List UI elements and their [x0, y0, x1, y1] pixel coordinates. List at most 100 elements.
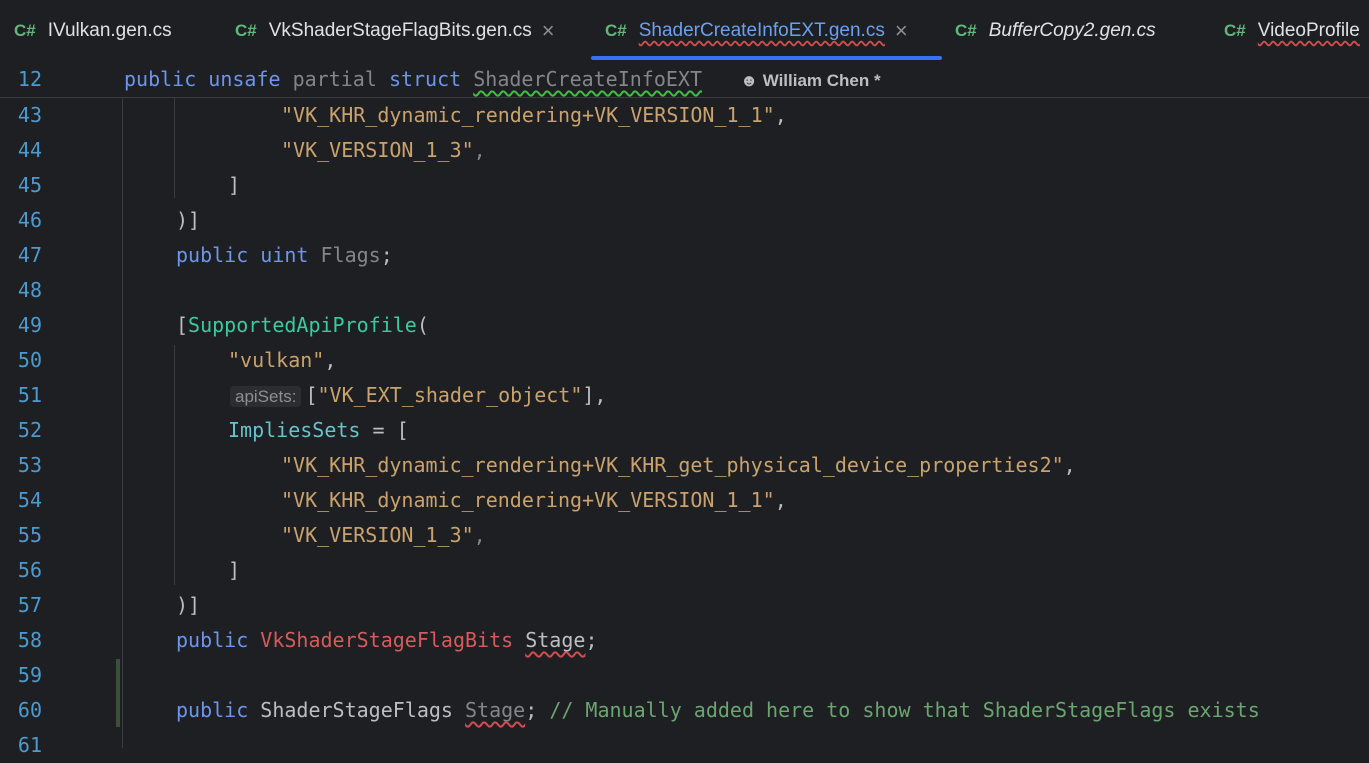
- punctuation: ,: [473, 523, 486, 547]
- parameter-hint: apiSets:: [230, 386, 302, 407]
- tab-label: ShaderCreateInfoEXT.gen.cs: [638, 20, 885, 41]
- punctuation: )]: [176, 593, 201, 617]
- punctuation: ,: [324, 348, 337, 372]
- code-line: 52 ImpliesSets = [: [0, 413, 1369, 448]
- tab-label: IVulkan.gen.cs: [47, 20, 172, 41]
- line-number: 59: [17, 663, 42, 687]
- active-tab-indicator: [591, 56, 942, 60]
- string-literal: "VK_KHR_dynamic_rendering+VK_VERSION_1_1…: [281, 488, 775, 512]
- user-icon: ☻: [740, 71, 758, 90]
- tab-shadercreateinfoext[interactable]: C# ShaderCreateInfoEXT.gen.cs ×: [605, 0, 908, 62]
- csharp-file-icon: C#: [955, 21, 977, 40]
- keyword: uint: [260, 243, 309, 267]
- field-name[interactable]: Flags: [321, 243, 381, 267]
- line-number: 60: [17, 698, 42, 722]
- code-line: 56 ]: [0, 553, 1369, 588]
- punctuation: ;: [380, 243, 393, 267]
- string-literal: "VK_EXT_shader_object": [317, 383, 583, 407]
- punctuation: ;: [525, 698, 538, 722]
- code-line: 59: [0, 658, 1369, 693]
- string-literal: "VK_KHR_dynamic_rendering+VK_VERSION_1_1…: [281, 103, 775, 127]
- code-line: 46 )]: [0, 203, 1369, 238]
- string-literal: "VK_KHR_dynamic_rendering+VK_KHR_get_phy…: [281, 453, 1064, 477]
- punctuation: ,: [774, 488, 787, 512]
- line-number: 46: [17, 208, 42, 232]
- line-number: 44: [17, 138, 42, 162]
- line-number: 57: [17, 593, 42, 617]
- sticky-scope-header[interactable]: 12 public unsafe partial struct ShaderCr…: [0, 62, 1369, 98]
- tab-label: BufferCopy2.gen.cs: [988, 20, 1156, 41]
- csharp-file-icon: C#: [235, 21, 257, 40]
- close-icon[interactable]: ×: [895, 18, 908, 44]
- punctuation: ]: [228, 558, 241, 582]
- code-line: 60 public ShaderStageFlags Stage; // Man…: [0, 693, 1369, 728]
- punctuation: [: [305, 383, 318, 407]
- string-literal: "VK_VERSION_1_3": [281, 523, 474, 547]
- property-name[interactable]: ImpliesSets: [228, 418, 360, 442]
- code-line: 57 )]: [0, 588, 1369, 623]
- line-number: 58: [17, 628, 42, 652]
- line-number: 50: [17, 348, 42, 372]
- tab-vkshaderstageflagbits[interactable]: C# VkShaderStageFlagBits.gen.cs ×: [235, 0, 555, 62]
- keyword: public: [176, 243, 249, 267]
- tab-label: VkShaderStageFlagBits.gen.cs: [268, 20, 532, 41]
- keyword: public: [176, 698, 249, 722]
- line-number: 53: [17, 453, 42, 477]
- type-name[interactable]: ShaderStageFlags: [260, 698, 453, 722]
- code-line: 49 [SupportedApiProfile(: [0, 308, 1369, 343]
- field-name[interactable]: Stage: [465, 698, 525, 722]
- keyword: unsafe: [208, 67, 281, 91]
- string-literal: "vulkan": [228, 348, 325, 372]
- punctuation: (: [416, 313, 429, 337]
- field-name[interactable]: Stage: [525, 628, 585, 652]
- code-line: 55 "VK_VERSION_1_3",: [0, 518, 1369, 553]
- author-inlay[interactable]: ☻ William Chen *: [740, 71, 881, 90]
- close-icon[interactable]: ×: [542, 18, 555, 44]
- line-number: 51: [17, 383, 42, 407]
- punctuation: ,: [774, 103, 787, 127]
- sticky-code: public unsafe partial struct ShaderCreat…: [124, 62, 881, 98]
- code-line: 48: [0, 273, 1369, 308]
- tab-ivulkan[interactable]: C# IVulkan.gen.cs: [14, 0, 172, 62]
- line-number: 45: [17, 173, 42, 197]
- tab-videoprofile[interactable]: C# VideoProfile: [1224, 0, 1360, 62]
- punctuation: ]: [228, 173, 241, 197]
- punctuation: ,: [1063, 453, 1076, 477]
- code-line: 51 apiSets: ["VK_EXT_shader_object"],: [0, 378, 1369, 413]
- struct-name[interactable]: ShaderCreateInfoEXT: [473, 67, 702, 91]
- keyword: public: [124, 67, 197, 91]
- line-number: 43: [17, 103, 42, 127]
- code-line: 53 "VK_KHR_dynamic_rendering+VK_KHR_get_…: [0, 448, 1369, 483]
- csharp-file-icon: C#: [605, 21, 627, 40]
- code-line: 43 "VK_KHR_dynamic_rendering+VK_VERSION_…: [0, 98, 1369, 133]
- punctuation: [: [176, 313, 189, 337]
- keyword: public: [176, 628, 249, 652]
- code-comment: // Manually added here to show that Shad…: [549, 698, 1260, 722]
- line-number: 61: [17, 733, 42, 757]
- code-line: 47 public uint Flags;: [0, 238, 1369, 273]
- line-number: 48: [17, 278, 42, 302]
- string-literal: "VK_VERSION_1_3": [281, 138, 474, 162]
- line-number: 52: [17, 418, 42, 442]
- csharp-file-icon: C#: [14, 21, 36, 40]
- keyword: partial: [292, 67, 377, 91]
- punctuation: ;: [585, 628, 598, 652]
- code-line: 54 "VK_KHR_dynamic_rendering+VK_VERSION_…: [0, 483, 1369, 518]
- punctuation: = [: [360, 418, 409, 442]
- code-line: 45 ]: [0, 168, 1369, 203]
- code-line: 61: [0, 728, 1369, 763]
- tab-label: VideoProfile: [1257, 20, 1360, 41]
- code-line: 58 public VkShaderStageFlagBits Stage;: [0, 623, 1369, 658]
- punctuation: ],: [582, 383, 607, 407]
- punctuation: )]: [176, 208, 201, 232]
- tab-buffercopy2[interactable]: C# BufferCopy2.gen.cs: [955, 0, 1156, 62]
- punctuation: ,: [473, 138, 486, 162]
- editor-tab-bar: C# IVulkan.gen.cs C# VkShaderStageFlagBi…: [0, 0, 1369, 63]
- code-line: 44 "VK_VERSION_1_3",: [0, 133, 1369, 168]
- attribute-name[interactable]: SupportedApiProfile: [188, 313, 417, 337]
- type-name[interactable]: VkShaderStageFlagBits: [260, 628, 513, 652]
- line-number: 49: [17, 313, 42, 337]
- line-number: 12: [17, 67, 42, 91]
- line-number: 56: [17, 558, 42, 582]
- line-number: 47: [17, 243, 42, 267]
